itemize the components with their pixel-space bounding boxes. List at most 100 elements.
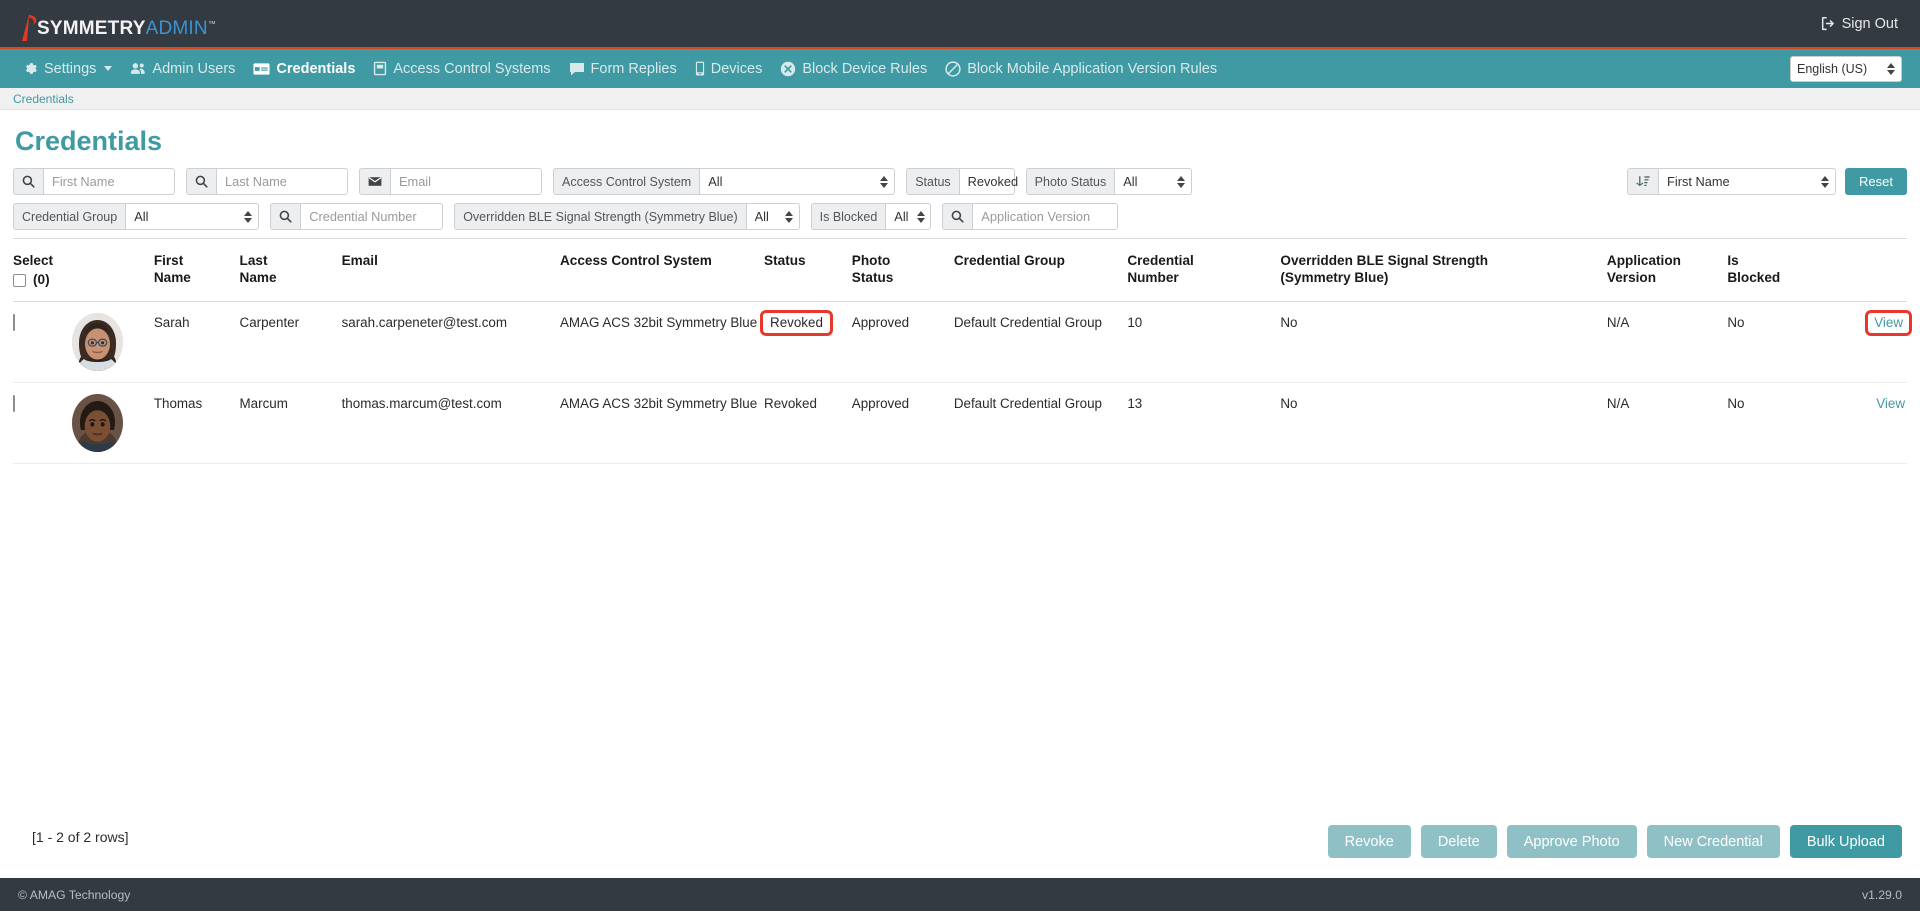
nav-item-settings[interactable]: Settings [14, 49, 121, 88]
nav-item-admin-users[interactable]: Admin Users [121, 49, 244, 88]
filter-photo-status: Photo Status All [1025, 168, 1193, 195]
row-first-name: Thomas [153, 382, 240, 464]
approve-photo-button[interactable]: Approve Photo [1506, 825, 1637, 858]
nav-item-label: Credentials [276, 60, 356, 77]
sort-icon[interactable] [1627, 168, 1659, 195]
filter-is-blocked: Is Blocked All [810, 203, 932, 230]
row-last-name: Carpenter [239, 301, 342, 383]
access-control-system-select[interactable]: All [699, 168, 896, 195]
col-status: Status [764, 239, 852, 302]
overridden-ble-select[interactable]: All [745, 203, 800, 230]
row-select-cell [13, 301, 73, 383]
overridden-ble-label: Overridden BLE Signal Strength (Symmetry… [454, 203, 746, 230]
chevron-updown-icon [1821, 175, 1830, 188]
photo-status-select[interactable]: All [1114, 168, 1193, 195]
row-photo-status: Approved [851, 382, 954, 464]
col-photo-status: Photo Status [851, 239, 954, 302]
reset-button[interactable]: Reset [1845, 168, 1907, 195]
select-all-checkbox[interactable] [13, 273, 26, 287]
row-first-name: Sarah [153, 301, 240, 383]
chevron-updown-icon [244, 210, 253, 223]
nav-item-label: Block Mobile Application Version Rules [967, 60, 1218, 77]
credential-number-input[interactable]: Credential Number [300, 203, 444, 230]
revoke-button[interactable]: Revoke [1327, 825, 1411, 858]
view-link[interactable]: View [1876, 396, 1905, 411]
language-select-value: English (US) [1797, 61, 1868, 76]
nav-item-label: Admin Users [152, 60, 236, 77]
nav-item-label: Block Device Rules [802, 60, 928, 77]
credential-group-select[interactable]: All [125, 203, 260, 230]
brand-logo[interactable]: SYMMETRYADMIN™ [18, 8, 216, 42]
last-name-input[interactable]: Last Name [216, 168, 348, 195]
breadcrumb-item-credentials[interactable]: Credentials [13, 92, 74, 106]
action-buttons: Revoke Delete Approve Photo New Credenti… [1327, 825, 1902, 858]
footer: © AMAG Technology v1.29.0 [0, 878, 1920, 911]
table-row: Sarah Carpenter sarah.carpeneter@test.co… [13, 301, 1912, 383]
application-version-input[interactable]: Application Version [972, 203, 1119, 230]
search-icon [13, 168, 43, 195]
mobile-icon [695, 61, 705, 76]
row-credential-group: Default Credential Group [953, 382, 1128, 464]
nav-item-label: Form Replies [590, 60, 677, 77]
status-value: Revoked [967, 174, 1019, 189]
bulk-upload-button[interactable]: Bulk Upload [1789, 825, 1902, 858]
col-email: Email [341, 239, 560, 302]
new-credential-button[interactable]: New Credential [1646, 825, 1780, 858]
top-bar: SYMMETRYADMIN™ Sign Out [0, 0, 1920, 49]
status-select[interactable]: Revoked [958, 168, 1035, 195]
app-root: SYMMETRYADMIN™ Sign Out Settings Admin U… [0, 0, 1920, 911]
nav-item-devices[interactable]: Devices [686, 49, 772, 88]
sign-out-button[interactable]: Sign Out [1821, 16, 1898, 32]
delete-button[interactable]: Delete [1420, 825, 1497, 858]
row-last-name: Marcum [239, 382, 342, 464]
nav-item-block-mobile-application-version-rules[interactable]: Block Mobile Application Version Rules [936, 49, 1226, 88]
row-checkbox[interactable] [13, 394, 15, 412]
circle-slash-icon [945, 60, 961, 77]
row-access-control-system: AMAG ACS 32bit Symmetry Blue [559, 301, 765, 383]
row-photo-status: Approved [851, 301, 954, 383]
col-access-control-system: Access Control System [559, 239, 765, 302]
circle-x-icon [780, 61, 796, 77]
table-row: Thomas Marcum thomas.marcum@test.com AMA… [13, 382, 1907, 464]
table-header-row: Select (0) First Name Last Name Email Acce [13, 239, 1907, 302]
row-action-cell: View [1825, 382, 1907, 464]
row-email: sarah.carpeneter@test.com [341, 301, 560, 383]
first-name-input[interactable]: First Name [43, 168, 175, 195]
nav-item-label: Settings [44, 60, 97, 77]
sort-select[interactable]: First Name [1658, 168, 1837, 195]
credentials-table: Select (0) First Name Last Name Email Acce [13, 239, 1912, 464]
nav-item-form-replies[interactable]: Form Replies [560, 49, 686, 88]
filter-credential-number: Credential Number [270, 203, 444, 230]
nav-item-access-control-systems[interactable]: Access Control Systems [364, 49, 559, 88]
sign-out-icon [1821, 16, 1836, 31]
is-blocked-value: All [894, 209, 909, 224]
filter-first-name: First Name [13, 168, 175, 195]
row-access-control-system: AMAG ACS 32bit Symmetry Blue [559, 382, 765, 464]
sign-out-label: Sign Out [1841, 15, 1898, 32]
is-blocked-select[interactable]: All [885, 203, 932, 230]
col-action [1825, 239, 1907, 302]
row-photo-cell [72, 301, 154, 383]
row-credential-number: 13 [1127, 382, 1281, 464]
col-select: Select (0) [13, 239, 73, 302]
nav-item-block-device-rules[interactable]: Block Device Rules [771, 49, 936, 88]
main-content: Credentials First Name Last Name Email A… [0, 110, 1920, 878]
row-checkbox[interactable] [13, 313, 15, 331]
filter-sort: First Name [1627, 168, 1837, 195]
envelope-icon [359, 168, 390, 195]
view-link[interactable]: View [1865, 309, 1912, 337]
brand-name-light: ADMIN [145, 18, 208, 39]
email-input[interactable]: Email [390, 168, 542, 195]
avatar [72, 312, 124, 371]
select-count: (0) [33, 271, 50, 287]
row-email: thomas.marcum@test.com [341, 382, 560, 464]
row-select-cell [13, 382, 73, 464]
photo-status-value: All [1123, 174, 1138, 189]
language-select[interactable]: English (US) [1790, 55, 1902, 82]
col-credential-number: Credential Number [1127, 239, 1281, 302]
col-select-label: Select [13, 253, 54, 268]
footer-copyright: © AMAG Technology [18, 887, 131, 902]
nav-item-credentials[interactable]: Credentials [244, 49, 364, 88]
nav-item-label: Devices [710, 60, 763, 77]
row-status: Revoked [764, 382, 852, 464]
